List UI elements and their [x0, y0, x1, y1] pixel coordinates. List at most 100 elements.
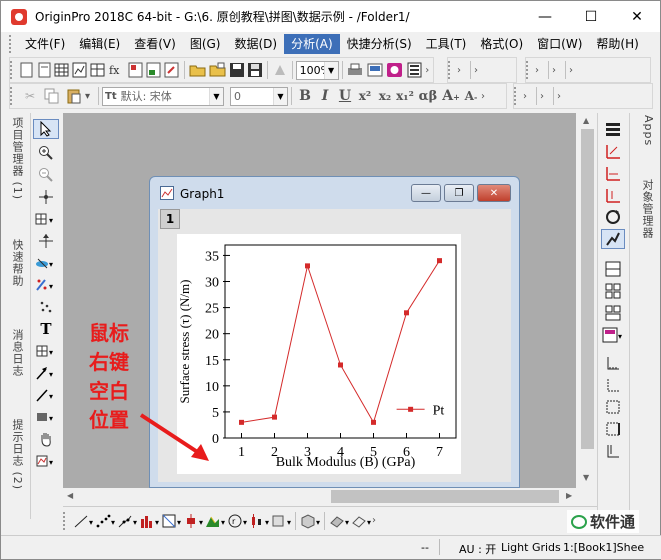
- print-icon[interactable]: [346, 60, 364, 80]
- box-chart-icon[interactable]: ▾: [183, 511, 203, 531]
- toolbar-grip[interactable]: [526, 61, 531, 79]
- toolbar-grip[interactable]: [63, 511, 68, 530]
- new-project-icon[interactable]: [19, 60, 34, 80]
- new-notes-icon[interactable]: [146, 60, 162, 80]
- chevron-down-icon[interactable]: ▼: [209, 87, 223, 105]
- horizontal-scroll-thumb[interactable]: [331, 490, 559, 503]
- new-graph-icon[interactable]: [72, 60, 88, 80]
- chevron-down-icon[interactable]: ▼: [273, 87, 287, 105]
- toolbar-overflow-icon[interactable]: ›: [457, 65, 467, 76]
- greek-icon[interactable]: αβ: [415, 89, 441, 104]
- line-chart[interactable]: 051015202530351 2 3 4 5 6 7Bulk Modulus (B) (G…: [177, 234, 461, 474]
- cut-icon[interactable]: ✂: [20, 86, 40, 106]
- scroll-up-icon[interactable]: ▲: [583, 116, 589, 125]
- toolbar-overflow-icon[interactable]: ›: [425, 65, 433, 76]
- zoom-combo[interactable]: 100% ▼: [295, 60, 339, 80]
- menu-item[interactable]: 查看(V): [127, 34, 183, 54]
- toolbar-overflow-icon[interactable]: ›: [540, 91, 550, 102]
- menu-item[interactable]: 工具(T): [419, 34, 474, 54]
- decrease-font-icon[interactable]: A-: [461, 89, 481, 103]
- toolbar-overflow-icon[interactable]: ›: [372, 515, 382, 526]
- scroll-down-icon[interactable]: ▼: [583, 473, 589, 482]
- status-auto-update[interactable]: AU : 开: [459, 541, 496, 557]
- zoom-out-icon[interactable]: [33, 165, 59, 185]
- close-button[interactable]: ✕: [614, 1, 660, 32]
- save-template-icon[interactable]: [247, 60, 263, 80]
- toolbar-grip[interactable]: [514, 87, 519, 105]
- 3d-surface-icon[interactable]: ▾: [329, 511, 349, 531]
- menu-item[interactable]: 分析(A): [284, 34, 340, 54]
- menu-item[interactable]: 数据(D): [227, 34, 284, 54]
- minimize-button[interactable]: —: [522, 1, 568, 32]
- add-bottom-x-axis-icon[interactable]: [601, 353, 625, 373]
- export-page-icon[interactable]: [366, 60, 384, 80]
- multi-panel-icon[interactable]: ▾: [161, 511, 181, 531]
- open-template-icon[interactable]: [209, 60, 227, 80]
- enable-auto-rescale-icon[interactable]: [601, 229, 625, 249]
- add-table-icon[interactable]: ▾: [33, 341, 59, 361]
- superscript-icon[interactable]: x²: [355, 89, 375, 103]
- tab-project-explorer[interactable]: 项目管理器 (1): [7, 117, 25, 200]
- zoom-in-icon[interactable]: [33, 143, 59, 163]
- new-function-icon[interactable]: fx: [108, 60, 126, 80]
- rescale-y-icon[interactable]: [601, 185, 625, 205]
- contour-plot-icon[interactable]: ▾: [205, 511, 225, 531]
- data-cursor-icon[interactable]: [33, 231, 59, 251]
- hand-pan-icon[interactable]: [33, 429, 59, 449]
- toolbar-grip[interactable]: [10, 61, 14, 79]
- rectangle-tool-icon[interactable]: ▾: [33, 407, 59, 427]
- add-layer-icon[interactable]: ▾: [601, 325, 625, 345]
- arrow-tool-icon[interactable]: ▾: [33, 363, 59, 383]
- data-reader-icon[interactable]: ▾: [33, 209, 59, 229]
- vertical-scrollbar[interactable]: ▲ ▼: [579, 113, 596, 487]
- column-plot-icon[interactable]: ▾: [139, 511, 159, 531]
- merge-graphs-icon[interactable]: [601, 259, 625, 279]
- insert-graph-icon[interactable]: ▾: [33, 451, 59, 471]
- italic-icon[interactable]: I: [315, 88, 335, 104]
- add-top-x-axis-icon[interactable]: [601, 397, 625, 417]
- menu-item[interactable]: 编辑(E): [72, 34, 127, 54]
- toolbar-overflow-icon[interactable]: ›: [569, 65, 579, 76]
- graph-close-button[interactable]: ✕: [477, 184, 511, 202]
- new-matrix-icon[interactable]: [90, 60, 106, 80]
- menu-item[interactable]: 窗口(W): [530, 34, 589, 54]
- layer-tab[interactable]: 1: [160, 209, 180, 229]
- scatter-plot-icon[interactable]: ▾: [95, 511, 115, 531]
- paste-icon[interactable]: [64, 86, 84, 106]
- recalculate-icon[interactable]: [272, 60, 288, 80]
- tab-quick-help[interactable]: 快速帮助: [7, 239, 25, 287]
- draw-data-icon[interactable]: [33, 297, 59, 317]
- menubar-grip[interactable]: [9, 35, 14, 53]
- menu-item[interactable]: 帮助(H): [589, 34, 645, 54]
- refresh-icon[interactable]: [601, 207, 625, 227]
- super-subscript-icon[interactable]: x₁²: [395, 89, 415, 103]
- plot-area[interactable]: 0 5 10 15 20 25 30 35 1 2 3 4 5 6 7 Bulk Modulus (B) (G…: [177, 234, 461, 474]
- horizontal-scrollbar[interactable]: ◀ ▶: [63, 488, 576, 505]
- toolbar-overflow-icon[interactable]: ›: [535, 65, 545, 76]
- underline-icon[interactable]: U: [335, 88, 355, 104]
- regional-data-selector-icon[interactable]: ▾: [33, 275, 59, 295]
- code-builder-icon[interactable]: [386, 60, 404, 80]
- screen-reader-icon[interactable]: [33, 187, 59, 207]
- toolbar-overflow-icon[interactable]: ›: [481, 91, 491, 102]
- scroll-right-icon[interactable]: ▶: [566, 491, 572, 500]
- text-tool-icon[interactable]: T: [33, 319, 59, 339]
- add-left-y-axis-icon[interactable]: [601, 375, 625, 395]
- toolbar-grip[interactable]: [448, 61, 453, 79]
- new-workbook-icon[interactable]: [54, 60, 70, 80]
- toolbar-overflow-icon[interactable]: ›: [474, 65, 484, 76]
- new-layout-icon[interactable]: [128, 60, 144, 80]
- bold-icon[interactable]: B: [295, 88, 315, 104]
- layer-management-icon[interactable]: [601, 303, 625, 323]
- 3d-wire-icon[interactable]: ▾: [351, 511, 371, 531]
- mask-tool-icon[interactable]: ▾: [33, 253, 59, 273]
- subscript-icon[interactable]: x₂: [375, 89, 395, 103]
- status-theme[interactable]: Light Grids: [501, 541, 561, 554]
- tab-apps[interactable]: Apps: [637, 115, 655, 146]
- tab-message-log[interactable]: 消息日志: [7, 329, 25, 377]
- toolbar-overflow-icon[interactable]: ›: [552, 65, 562, 76]
- layer-contents-icon[interactable]: [601, 119, 625, 139]
- line-tool-icon[interactable]: ▾: [33, 385, 59, 405]
- copy-icon[interactable]: [42, 86, 62, 106]
- toolbar-overflow-icon[interactable]: ›: [523, 91, 533, 102]
